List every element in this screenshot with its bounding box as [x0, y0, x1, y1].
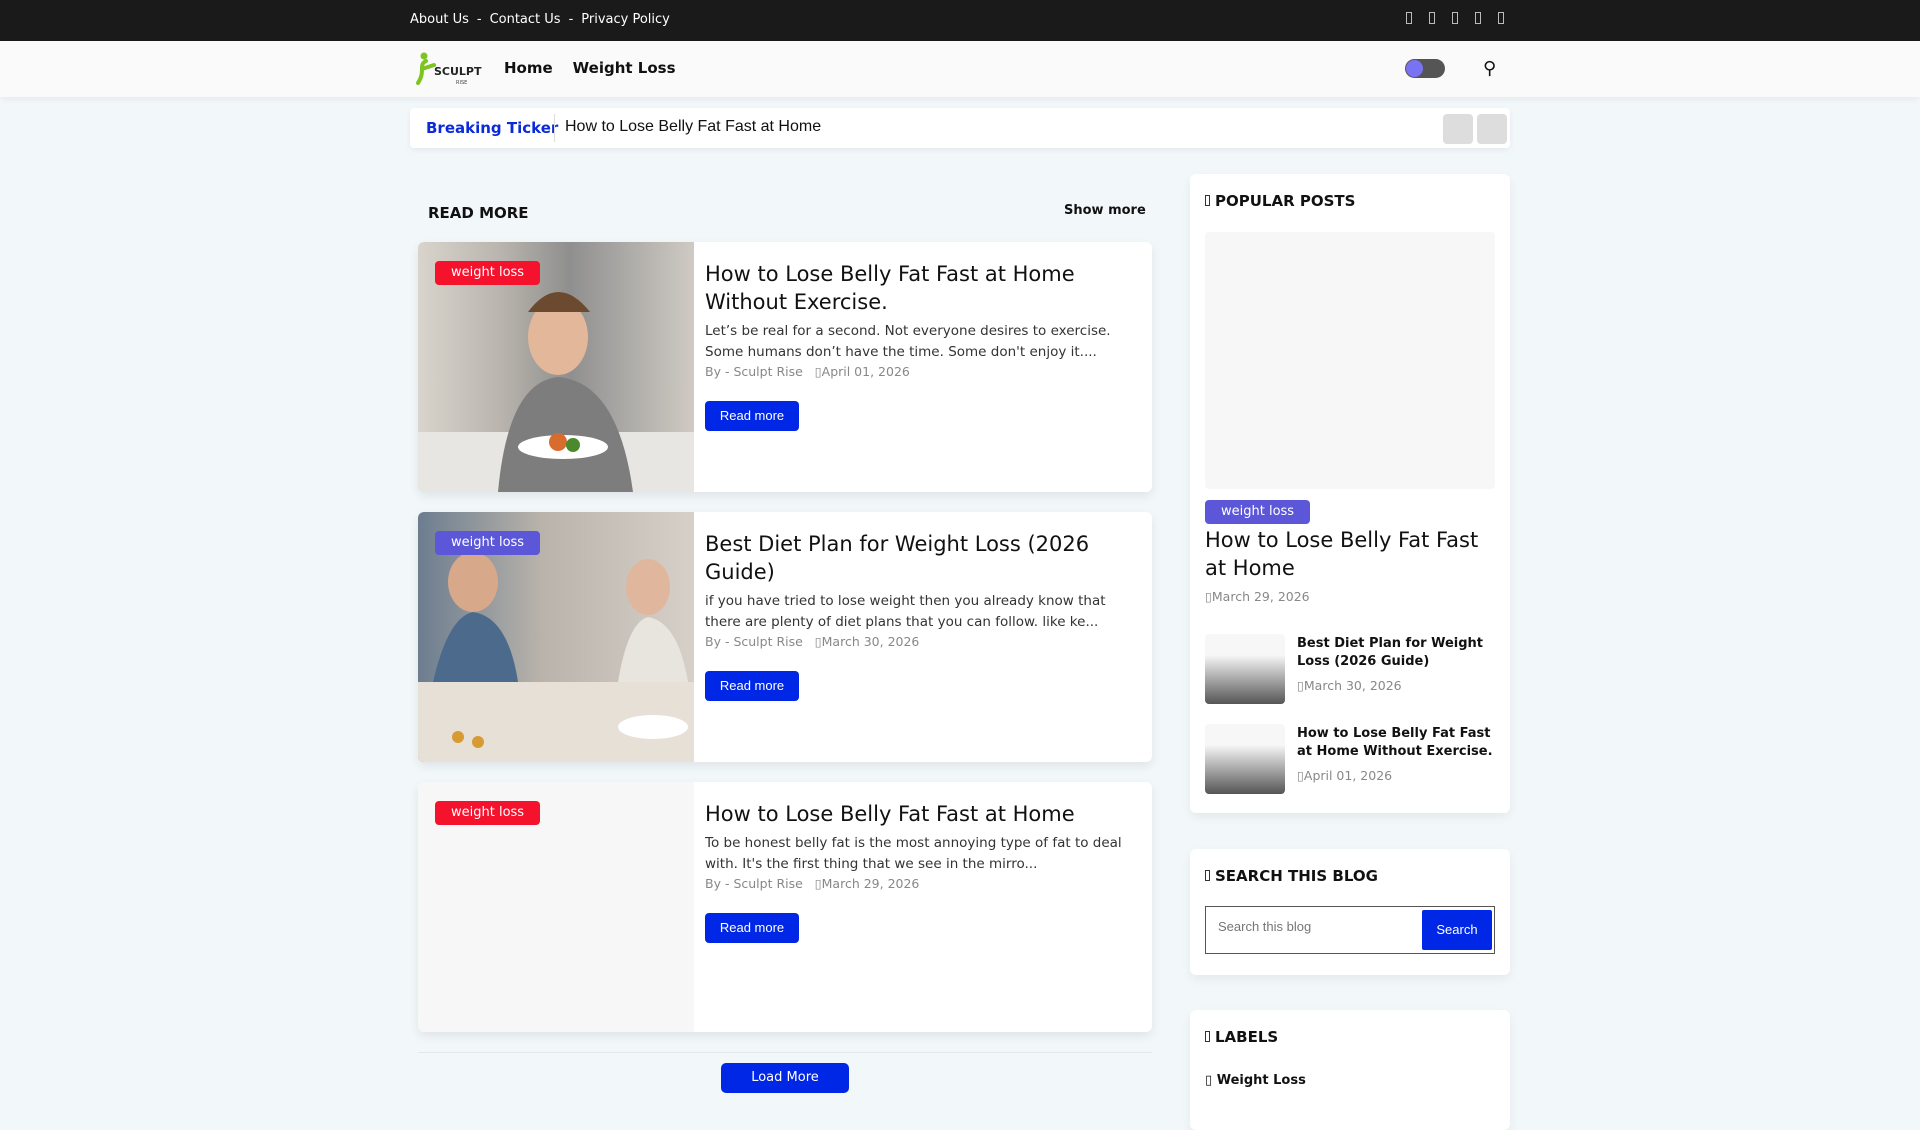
popular-posts-widget: POPULAR POSTS weight loss How to Lose Be…	[1190, 174, 1510, 813]
search-input[interactable]	[1218, 919, 1408, 934]
pinterest-icon[interactable]	[1475, 12, 1481, 24]
widget-title: LABELS	[1205, 1028, 1278, 1046]
post-title[interactable]: Best Diet Plan for Weight Loss (2026 Gui…	[705, 530, 1138, 586]
post-title[interactable]: How to Lose Belly Fat Fast at Home Witho…	[705, 260, 1138, 316]
date-text: March 30, 2026	[1303, 678, 1402, 693]
featured-post-title[interactable]: How to Lose Belly Fat Fast at Home	[1205, 526, 1495, 582]
social-icons	[1406, 12, 1504, 24]
popular-post-item[interactable]: How to Lose Belly Fat Fast at Home Witho…	[1205, 724, 1495, 794]
labels-widget: LABELS ▯ Weight Loss	[1190, 1010, 1510, 1130]
post-meta: By - Sculpt Rise ▯April 01, 2026	[705, 364, 910, 379]
post-thumbnail[interactable]: weight loss	[418, 782, 694, 1032]
featured-thumbnail[interactable]	[1205, 232, 1495, 489]
instagram-icon[interactable]	[1452, 12, 1458, 24]
separator: -	[476, 12, 482, 27]
search-icon[interactable]: ⚲	[1483, 58, 1496, 79]
separator: -	[568, 12, 574, 27]
dark-mode-toggle[interactable]	[1405, 59, 1445, 78]
search-widget: SEARCH THIS BLOG Search	[1190, 849, 1510, 975]
post-meta: By - Sculpt Rise ▯March 30, 2026	[705, 634, 920, 649]
post-title[interactable]: How to Lose Belly Fat Fast at Home	[705, 800, 1138, 828]
top-links: About Us - Contact Us - Privacy Policy	[410, 12, 670, 27]
widget-title: POPULAR POSTS	[1205, 192, 1355, 210]
privacy-policy-link[interactable]: Privacy Policy	[581, 12, 670, 27]
label-link[interactable]: ▯ Weight Loss	[1205, 1073, 1306, 1088]
svg-text:SCULPT: SCULPT	[434, 65, 482, 78]
author-prefix: By -	[705, 876, 730, 891]
post-date: March 30, 2026	[821, 634, 920, 649]
read-more-button[interactable]: Read more	[705, 913, 799, 943]
nav-home[interactable]: Home	[504, 59, 553, 77]
post-author[interactable]: Sculpt Rise	[733, 364, 802, 379]
popular-post-date: ▯March 30, 2026	[1297, 678, 1402, 693]
post-excerpt: if you have tried to lose weight then yo…	[705, 593, 1106, 630]
svg-text:RISE: RISE	[456, 80, 467, 86]
load-more-button[interactable]: Load More	[721, 1063, 849, 1093]
post-card: weight loss Best Diet Plan for Weight Lo…	[418, 512, 1152, 762]
post-thumbnail[interactable]	[1205, 724, 1285, 794]
show-more-link[interactable]: Show more	[1064, 203, 1146, 218]
post-date: March 29, 2026	[821, 876, 920, 891]
popular-post-title[interactable]: How to Lose Belly Fat Fast at Home Witho…	[1297, 725, 1495, 761]
ticker-link[interactable]: How to Lose Belly Fat Fast at Home	[565, 118, 821, 136]
post-thumbnail[interactable]: weight loss	[418, 512, 694, 762]
popular-post-item[interactable]: Best Diet Plan for Weight Loss (2026 Gui…	[1205, 634, 1495, 704]
site-logo[interactable]: SCULPT RISE	[412, 51, 494, 87]
twitter-icon[interactable]	[1429, 12, 1435, 24]
main-nav: SCULPT RISE Home Weight Loss ⚲	[0, 41, 1920, 97]
widget-title: SEARCH THIS BLOG	[1205, 867, 1378, 885]
post-meta: By - Sculpt Rise ▯March 29, 2026	[705, 876, 920, 891]
search-button[interactable]: Search	[1422, 910, 1492, 950]
divider	[418, 1052, 1152, 1053]
post-excerpt: Let’s be real for a second. Not everyone…	[705, 323, 1111, 360]
toggle-knob	[1406, 60, 1423, 77]
ticker-label: Breaking Ticker	[426, 119, 559, 137]
category-badge[interactable]: weight loss	[435, 261, 541, 285]
post-thumbnail[interactable]: weight loss	[418, 242, 694, 492]
ticker-next-button[interactable]	[1477, 114, 1507, 144]
ticker-prev-button[interactable]	[1443, 114, 1473, 144]
contact-us-link[interactable]: Contact Us	[490, 12, 561, 27]
author-prefix: By -	[705, 634, 730, 649]
post-author[interactable]: Sculpt Rise	[733, 876, 802, 891]
facebook-icon[interactable]	[1406, 12, 1412, 24]
read-more-button[interactable]: Read more	[705, 671, 799, 701]
post-date: April 01, 2026	[821, 364, 910, 379]
category-badge[interactable]: weight loss	[435, 531, 541, 555]
nav-weight-loss[interactable]: Weight Loss	[573, 59, 676, 77]
featured-post-date: ▯March 29, 2026	[1205, 589, 1310, 604]
section-title: READ MORE	[428, 204, 529, 222]
date-text: April 01, 2026	[1303, 768, 1393, 783]
post-card: weight loss How to Lose Belly Fat Fast a…	[418, 782, 1152, 1032]
post-card: weight loss How to Lose Belly Fat Fast a…	[418, 242, 1152, 492]
date-text: March 29, 2026	[1211, 589, 1310, 604]
search-form: Search	[1205, 906, 1495, 954]
popular-post-date: ▯April 01, 2026	[1297, 768, 1393, 783]
category-badge[interactable]: weight loss	[1205, 500, 1311, 524]
breaking-ticker: Breaking Ticker How to Lose Belly Fat Fa…	[410, 108, 1510, 148]
post-author[interactable]: Sculpt Rise	[733, 634, 802, 649]
about-us-link[interactable]: About Us	[410, 12, 469, 27]
popular-post-title[interactable]: Best Diet Plan for Weight Loss (2026 Gui…	[1297, 635, 1495, 671]
post-thumbnail[interactable]	[1205, 634, 1285, 704]
divider	[554, 114, 555, 142]
category-badge[interactable]: weight loss	[435, 801, 541, 825]
author-prefix: By -	[705, 364, 730, 379]
youtube-icon[interactable]	[1498, 12, 1504, 24]
label-text: Weight Loss	[1216, 1073, 1306, 1088]
top-bar: About Us - Contact Us - Privacy Policy	[0, 0, 1920, 41]
read-more-button[interactable]: Read more	[705, 401, 799, 431]
post-excerpt: To be honest belly fat is the most annoy…	[705, 835, 1122, 872]
